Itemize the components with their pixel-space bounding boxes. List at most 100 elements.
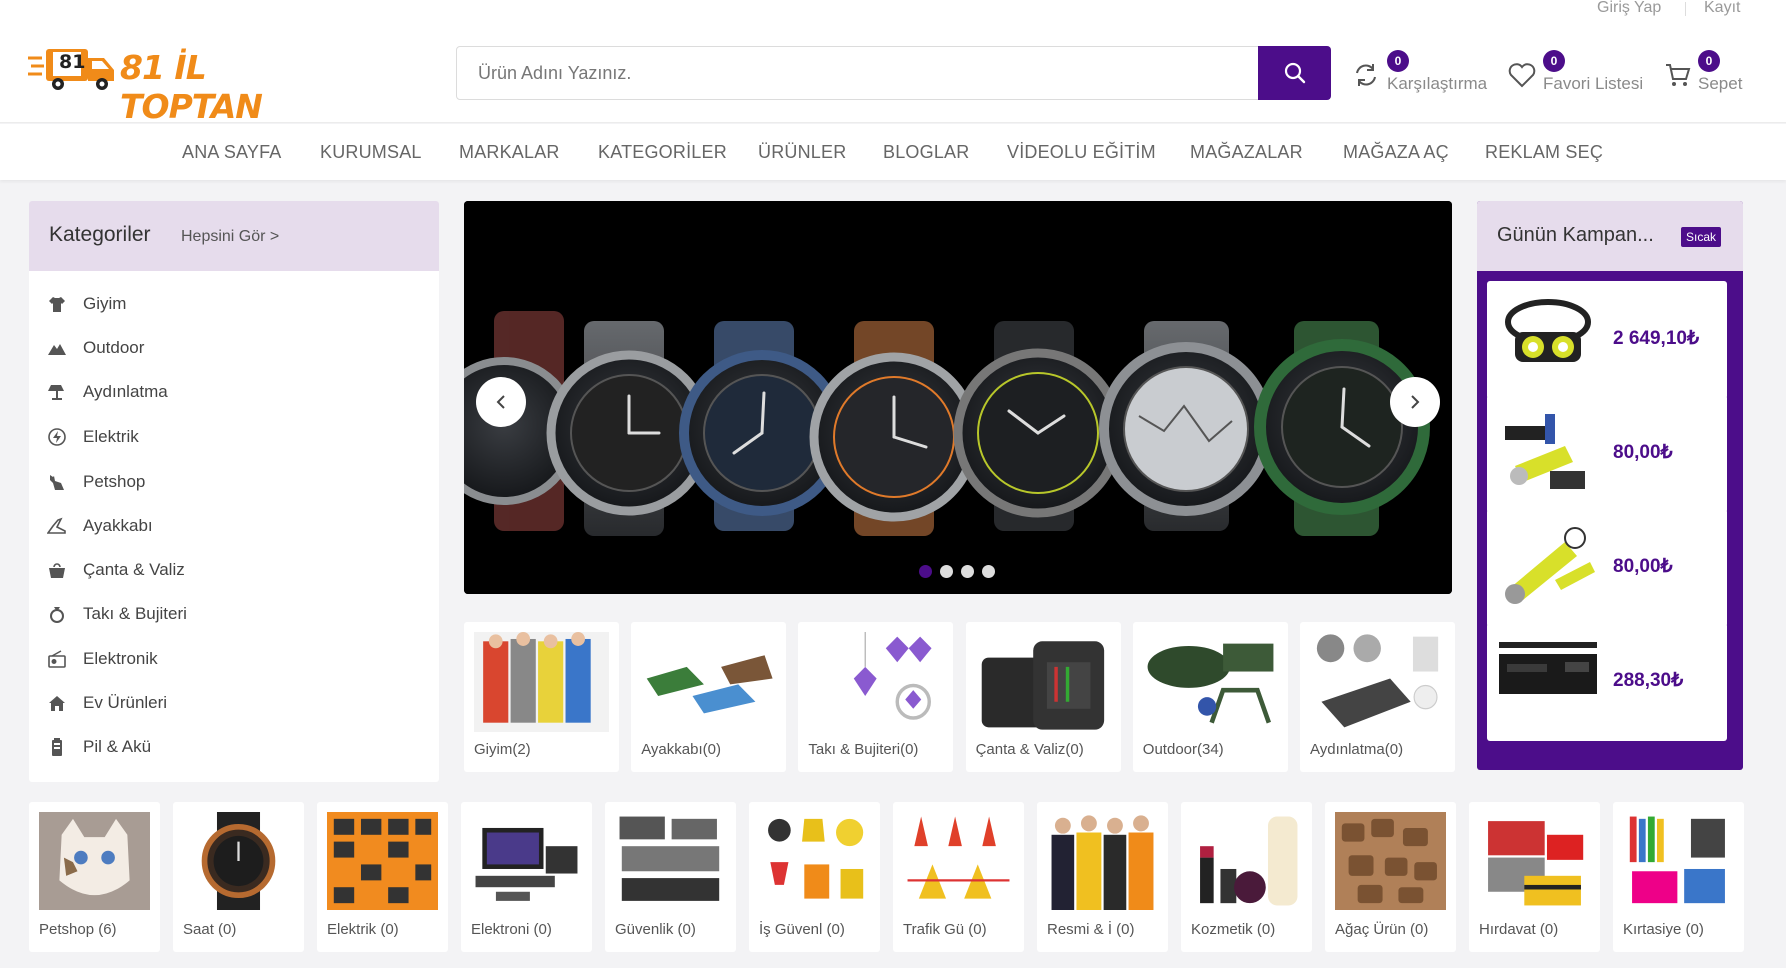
category-item-canta-valiz[interactable]: Çanta & Valiz <box>47 555 407 585</box>
category-tile[interactable]: Resmi & İ (0) <box>1037 802 1168 952</box>
featured-category-tile[interactable]: Aydınlatma(0) <box>1300 622 1455 772</box>
category-tile-label: Outdoor(34) <box>1142 741 1224 758</box>
nav-open-store[interactable]: MAĞAZA AÇ <box>1343 142 1449 163</box>
search-button[interactable] <box>1258 46 1331 100</box>
see-all-link[interactable]: Hepsini Gör > <box>181 228 279 246</box>
category-image <box>1335 812 1446 910</box>
category-tile[interactable]: Kırtasiye (0) <box>1613 802 1744 952</box>
featured-category-tile[interactable]: Outdoor(34) <box>1132 622 1288 772</box>
category-tile-label: Aydınlatma(0) <box>1310 741 1404 758</box>
category-tile[interactable]: Hırdavat (0) <box>1469 802 1600 952</box>
battery-icon <box>47 737 67 757</box>
category-tile[interactable]: Elektroni (0) <box>461 802 592 952</box>
ring-icon <box>47 604 67 624</box>
compare-link[interactable]: 0 Karşılaştırma <box>1353 50 1493 100</box>
featured-category-tile[interactable]: Çanta & Valiz(0) <box>965 622 1121 772</box>
campaign-product[interactable]: 80,00₺ <box>1487 509 1727 627</box>
cart-label: Sepet <box>1698 74 1743 93</box>
category-label: Pil & Akü <box>83 737 152 756</box>
slider-dot[interactable] <box>919 565 932 578</box>
category-item-giyim[interactable]: Giyim <box>47 289 407 319</box>
category-item-elektrik[interactable]: Elektrik <box>47 422 407 452</box>
category-tile-label: Elektroni (0) <box>471 921 552 938</box>
search-icon <box>1284 62 1305 84</box>
nav-corporate[interactable]: KURUMSAL <box>320 142 422 163</box>
category-image <box>641 632 777 732</box>
category-tile[interactable]: Trafik Gü (0) <box>893 802 1024 952</box>
heart-icon <box>1508 63 1536 88</box>
category-tile[interactable]: Ağaç Ürün (0) <box>1325 802 1456 952</box>
category-image <box>903 812 1014 910</box>
slider-dot[interactable] <box>982 565 995 578</box>
search-input[interactable] <box>457 47 1257 99</box>
nav-blogs[interactable]: BLOGLAR <box>883 142 969 163</box>
category-tile-label: Petshop (6) <box>39 921 117 938</box>
category-tile-label: Takı & Bujiteri(0) <box>808 741 919 758</box>
nav-brands[interactable]: MARKALAR <box>459 142 560 163</box>
login-link[interactable]: Giriş Yap <box>1597 0 1661 17</box>
campaign-product[interactable]: 80,00₺ <box>1487 395 1727 513</box>
receiver-device-image <box>1495 634 1601 730</box>
category-tile[interactable]: İş Güvenl (0) <box>749 802 880 952</box>
category-image <box>759 812 870 910</box>
category-item-petshop[interactable]: Petshop <box>47 467 407 497</box>
favorites-link[interactable]: 0 Favori Listesi <box>1508 50 1643 100</box>
mountain-icon <box>47 338 67 358</box>
campaign-product[interactable]: 2 649,10₺ <box>1487 281 1727 399</box>
logo[interactable]: 81 81 İL TOPTAN <box>28 46 303 126</box>
category-image <box>1191 812 1302 910</box>
category-tile-label: Giyim(2) <box>474 741 531 758</box>
category-item-elektronik[interactable]: Elektronik <box>47 644 407 674</box>
nav-products[interactable]: ÜRÜNLER <box>758 142 846 163</box>
category-image <box>183 812 294 910</box>
diving-torch-image <box>1505 527 1595 604</box>
register-link[interactable]: Kayıt <box>1704 0 1740 17</box>
campaign-product[interactable]: 288,30₺ <box>1487 623 1727 741</box>
headlamp-image <box>1505 299 1591 362</box>
flashlight-image <box>1505 414 1585 489</box>
chevron-left-icon <box>496 395 505 409</box>
hero-slider[interactable] <box>464 201 1452 594</box>
featured-category-tile[interactable]: Ayakkabı(0) <box>631 622 787 772</box>
featured-category-tile[interactable]: Takı & Bujiteri(0) <box>798 622 954 772</box>
slider-dot[interactable] <box>940 565 953 578</box>
category-tile[interactable]: Petshop (6) <box>29 802 160 952</box>
nav-stores[interactable]: MAĞAZALAR <box>1190 142 1303 163</box>
home-icon <box>47 693 67 713</box>
featured-category-tile[interactable]: Giyim(2) <box>464 622 619 772</box>
campaign-price: 80,00₺ <box>1613 556 1673 577</box>
category-tile[interactable]: Kozmetik (0) <box>1181 802 1312 952</box>
cat-icon <box>47 472 67 492</box>
category-tile-label: Saat (0) <box>183 921 237 938</box>
slide-image-watches <box>464 201 1452 594</box>
category-tile[interactable]: Saat (0) <box>173 802 304 952</box>
category-image <box>1623 812 1734 910</box>
category-item-ev-urunleri[interactable]: Ev Ürünleri <box>47 688 407 718</box>
nav-categories[interactable]: KATEGORİLER <box>598 142 727 163</box>
category-image <box>471 812 582 910</box>
category-tile-label: Hırdavat (0) <box>1479 921 1559 938</box>
category-tile[interactable]: Elektrik (0) <box>317 802 448 952</box>
nav-choose-ad[interactable]: REKLAM SEÇ <box>1485 142 1603 163</box>
cart-link[interactable]: 0 Sepet <box>1665 50 1745 100</box>
categories-header: Kategoriler Hepsini Gör > <box>29 201 439 271</box>
campaign-price: 2 649,10₺ <box>1613 328 1700 349</box>
slider-prev-button[interactable] <box>476 377 526 427</box>
category-tile[interactable]: Güvenlik (0) <box>605 802 736 952</box>
slider-next-button[interactable] <box>1390 377 1440 427</box>
shirt-icon <box>47 294 67 314</box>
category-image <box>327 812 438 910</box>
category-image <box>1047 812 1158 910</box>
category-image <box>474 632 609 732</box>
category-item-taki-bujiteri[interactable]: Takı & Bujiteri <box>47 599 407 629</box>
category-item-ayakkabi[interactable]: Ayakkabı <box>47 511 407 541</box>
category-item-pil-aku[interactable]: Pil & Akü <box>47 732 407 762</box>
category-item-aydinlatma[interactable]: Aydınlatma <box>47 377 407 407</box>
compare-count-badge: 0 <box>1387 50 1409 72</box>
nav-video-training[interactable]: VİDEOLU EĞİTİM <box>1007 142 1156 163</box>
slider-dot[interactable] <box>961 565 974 578</box>
category-item-outdoor[interactable]: Outdoor <box>47 333 407 363</box>
category-image <box>1310 632 1445 732</box>
nav-home[interactable]: ANA SAYFA <box>182 142 282 163</box>
category-tile-label: Elektrik (0) <box>327 921 399 938</box>
